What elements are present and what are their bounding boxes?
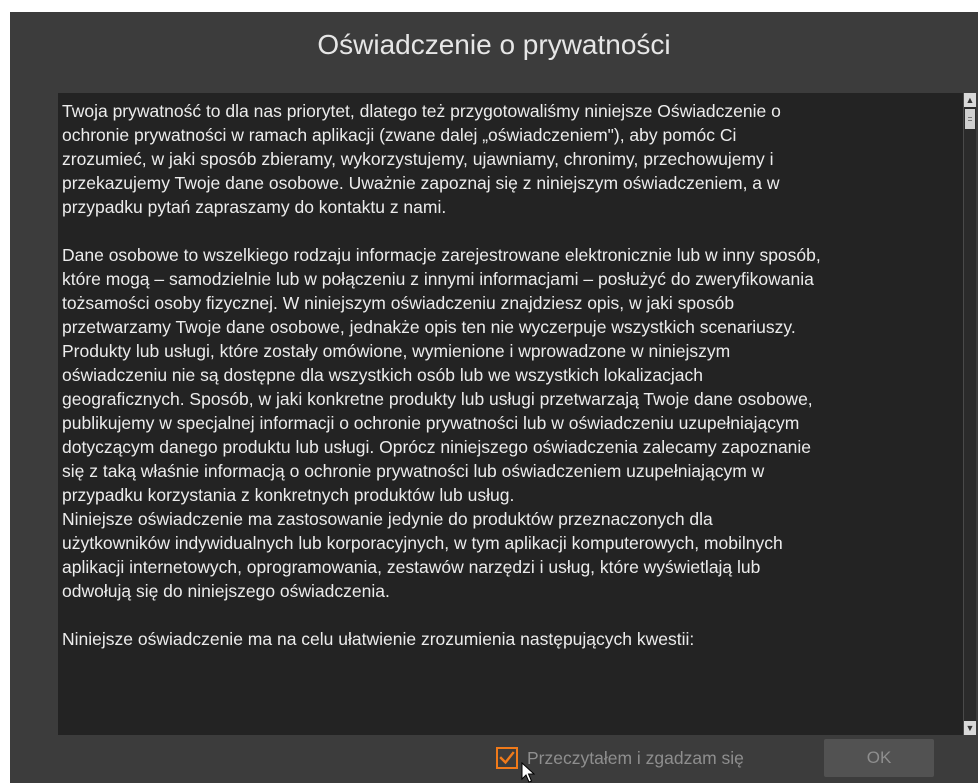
vertical-scrollbar[interactable]: ▲ ▼ — [963, 93, 976, 735]
paragraph-intro: Twoja prywatność to dla nas priorytet, d… — [62, 101, 781, 217]
scroll-up-arrow-icon[interactable]: ▲ — [964, 93, 976, 107]
scroll-down-arrow-icon[interactable]: ▼ — [964, 721, 976, 735]
dialog-title: Oświadczenie o prywatności — [317, 29, 671, 60]
agree-label[interactable]: Przeczytałem i zgadzam się — [527, 748, 744, 769]
agree-checkbox[interactable] — [496, 747, 518, 769]
mouse-cursor-icon — [521, 762, 535, 783]
privacy-dialog: Oświadczenie o prywatności Twoja prywatn… — [10, 12, 978, 783]
privacy-text-area[interactable]: Twoja prywatność to dla nas priorytet, d… — [58, 93, 963, 735]
dialog-footer: Przeczytałem i zgadzam się OK — [10, 735, 978, 783]
paragraph-personal-data: Dane osobowe to wszelkiego rodzaju infor… — [62, 245, 821, 505]
paragraph-scope: Niniejsze oświadczenie ma zastosowanie j… — [62, 509, 783, 601]
paragraph-purpose: Niniejsze oświadczenie ma na celu ułatwi… — [62, 629, 695, 649]
scroll-thumb[interactable] — [965, 109, 975, 129]
checkmark-icon — [499, 751, 515, 765]
privacy-text: Twoja prywatność to dla nas priorytet, d… — [62, 99, 962, 651]
ok-button[interactable]: OK — [824, 739, 934, 777]
